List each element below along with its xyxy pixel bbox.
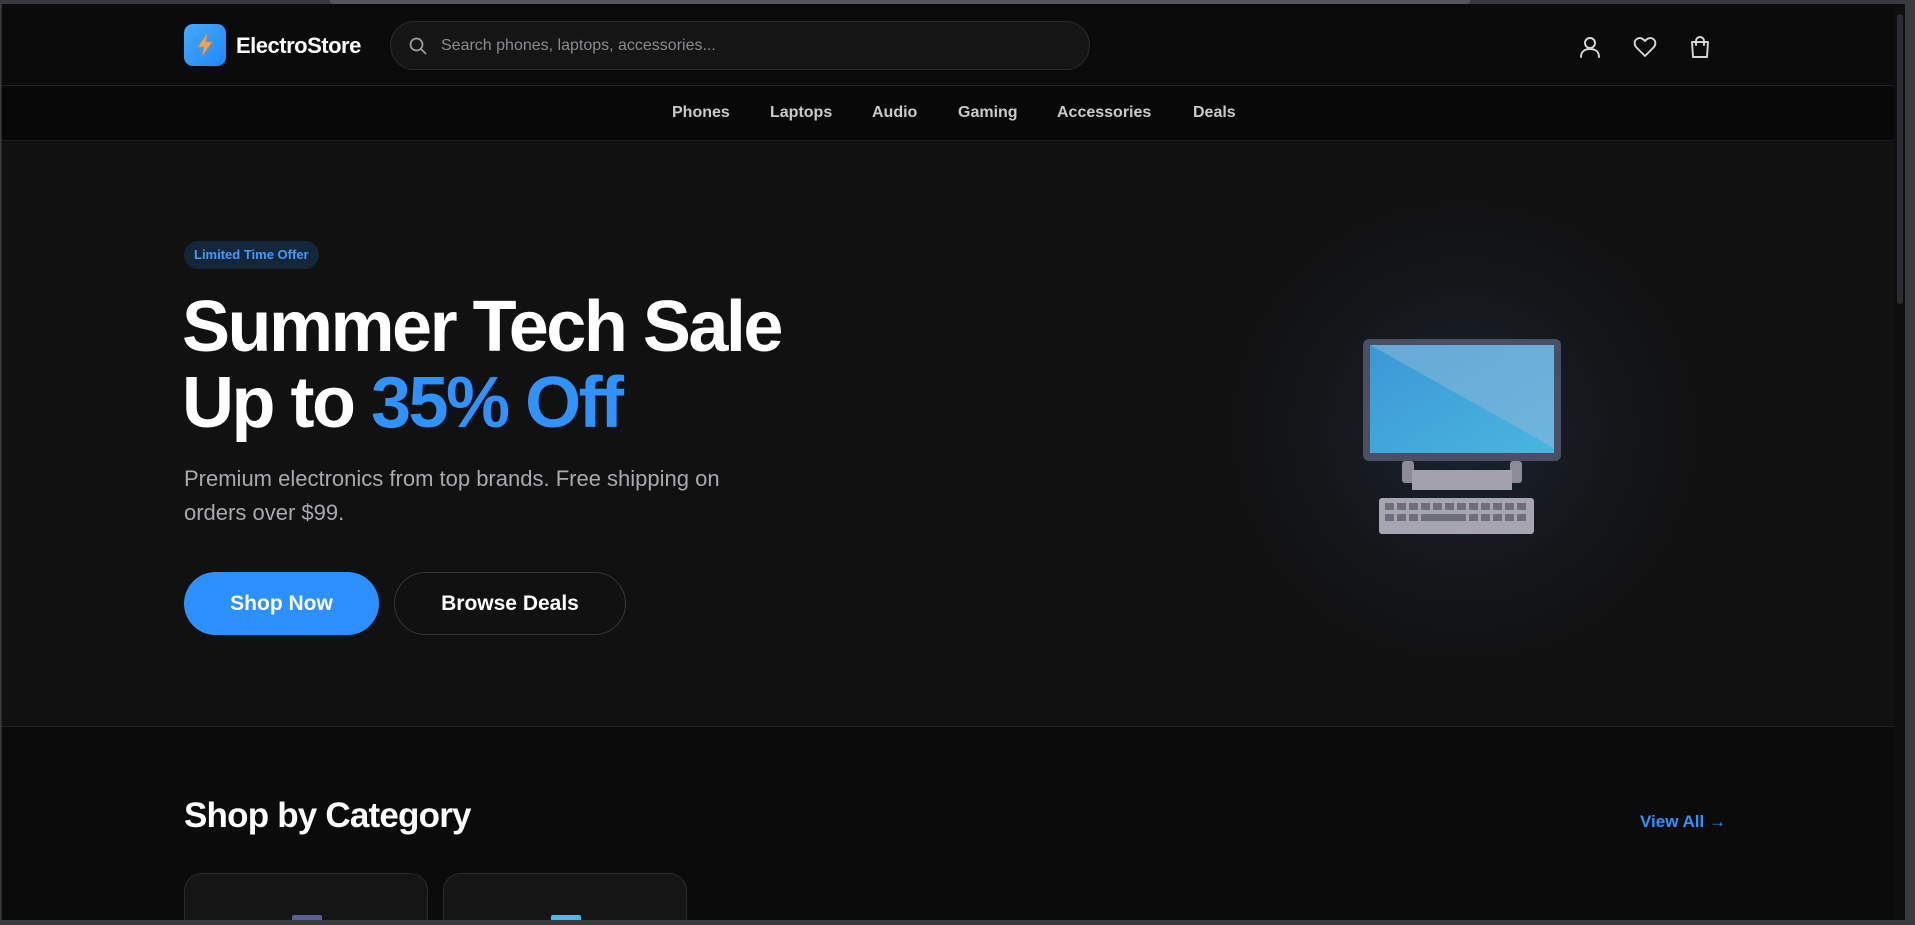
search-input[interactable] xyxy=(441,22,1061,69)
browse-deals-button[interactable]: Browse Deals xyxy=(394,572,626,635)
logo-text[interactable]: ElectroStore xyxy=(236,33,361,59)
headline-prefix: Up to xyxy=(182,363,371,443)
offer-badge: Limited Time Offer xyxy=(184,241,319,269)
headline-accent: 35% Off xyxy=(370,363,624,443)
hero-headline: Summer Tech Sale Up to 35% Off xyxy=(182,287,783,441)
shop-now-button[interactable]: Shop Now xyxy=(184,572,379,635)
search-icon xyxy=(409,37,427,55)
nav-item-gaming[interactable]: Gaming xyxy=(958,104,1018,122)
desktop-computer-illustration xyxy=(1363,339,1561,534)
page-scrollbar[interactable] xyxy=(1894,4,1905,920)
view-all-link[interactable]: View All → xyxy=(1640,812,1726,832)
lightning-icon xyxy=(197,33,213,57)
user-icon[interactable] xyxy=(1577,34,1603,60)
site-header: ElectroStore xyxy=(2,4,1905,86)
nav-item-laptops[interactable]: Laptops xyxy=(770,104,832,122)
nav-item-accessories[interactable]: Accessories xyxy=(1057,104,1151,122)
nav-item-audio[interactable]: Audio xyxy=(872,104,917,122)
category-icon xyxy=(551,915,581,920)
category-card[interactable] xyxy=(184,873,428,920)
shopping-bag-icon[interactable] xyxy=(1687,34,1713,60)
category-icon xyxy=(292,915,322,920)
search-bar[interactable] xyxy=(390,21,1090,70)
window-top-edge xyxy=(330,0,1470,4)
hero-banner: Limited Time Offer Summer Tech Sale Up t… xyxy=(2,141,1905,727)
category-nav: Phones Laptops Audio Gaming Accessories … xyxy=(2,86,1905,141)
scrollbar-thumb[interactable] xyxy=(1897,14,1903,304)
nav-item-deals[interactable]: Deals xyxy=(1193,104,1236,122)
hero-subtext: Premium electronics from top brands. Fre… xyxy=(184,466,720,525)
headline-line-2: Up to 35% Off xyxy=(182,365,781,441)
category-card[interactable] xyxy=(443,873,687,920)
heart-icon[interactable] xyxy=(1632,34,1658,60)
nav-item-phones[interactable]: Phones xyxy=(672,104,730,122)
headline-line-1: Summer Tech Sale xyxy=(182,287,783,367)
browser-viewport: ElectroStore Phones Laptops Audio Gaming… xyxy=(1,4,1905,920)
section-title-categories: Shop by Category xyxy=(184,796,471,835)
logo-mark[interactable] xyxy=(184,24,226,66)
